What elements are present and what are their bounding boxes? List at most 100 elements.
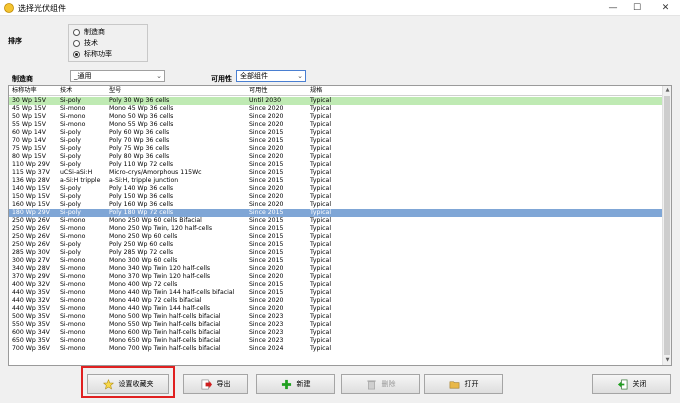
- cell-spec: Typical: [310, 169, 332, 176]
- table-row[interactable]: 440 Wp 35V Si-mono Mono 440 Wp Twin 144 ha…: [9, 305, 663, 313]
- cell-availability: Since 2015: [249, 281, 284, 288]
- cell-spec: Typical: [310, 193, 332, 200]
- cell-spec: Typical: [310, 145, 332, 152]
- module-table[interactable]: 标称功率 技术 型号 可用性 规格 30 Wp 15V Si-poly Poly 3…: [8, 85, 672, 366]
- close-button[interactable]: 关闭: [592, 374, 671, 394]
- cell-model: Mono 650 Wp Twin half-cells bifacial: [109, 337, 221, 344]
- table-row[interactable]: 30 Wp 15V Si-poly Poly 30 Wp 36 cells Until…: [9, 97, 663, 105]
- table-row[interactable]: 115 Wp 37V uCSi-aSi:H Micro-crys/Amorphous…: [9, 169, 663, 177]
- header-availability[interactable]: 可用性: [249, 87, 268, 95]
- table-row[interactable]: 600 Wp 34V Si-mono Mono 600 Wp Twin half-c…: [9, 329, 663, 337]
- table-row[interactable]: 340 Wp 28V Si-mono Mono 340 Wp Twin 120 ha…: [9, 265, 663, 273]
- table-row[interactable]: 80 Wp 15V Si-poly Poly 80 Wp 36 cells Since…: [9, 153, 663, 161]
- table-row[interactable]: 250 Wp 26V Si-poly Poly 250 Wp 60 cells Sin…: [9, 241, 663, 249]
- table-row[interactable]: 370 Wp 29V Si-mono Mono 370 Wp Twin 120 ha…: [9, 273, 663, 281]
- cell-spec: Typical: [310, 105, 332, 112]
- header-model[interactable]: 型号: [109, 87, 121, 95]
- close-window-button[interactable]: ✕: [651, 0, 680, 16]
- cell-availability: Since 2023: [249, 321, 284, 328]
- table-row[interactable]: 55 Wp 15V Si-mono Mono 55 Wp 36 cells Since…: [9, 121, 663, 129]
- header-technology[interactable]: 技术: [60, 87, 72, 95]
- manufacturer-value: _通用: [74, 72, 92, 80]
- table-row[interactable]: 550 Wp 35V Si-mono Mono 550 Wp Twin half-c…: [9, 321, 663, 329]
- table-row[interactable]: 70 Wp 14V Si-poly Poly 70 Wp 36 cells Since…: [9, 137, 663, 145]
- scrollbar-thumb[interactable]: [664, 96, 670, 355]
- delete-button[interactable]: 删除: [341, 374, 420, 394]
- cell-model: Poly 250 Wp 60 cells: [109, 241, 174, 248]
- cell-nominal-power: 250 Wp 26V: [12, 225, 50, 232]
- cell-technology: Si-poly: [60, 145, 81, 152]
- table-row[interactable]: 140 Wp 15V Si-poly Poly 140 Wp 36 cells Sin…: [9, 185, 663, 193]
- cell-availability: Until 2030: [249, 97, 282, 104]
- table-row[interactable]: 45 Wp 15V Si-mono Mono 45 Wp 36 cells Since…: [9, 105, 663, 113]
- header-nominal-power[interactable]: 标称功率: [12, 87, 37, 95]
- cell-model: Mono 55 Wp 36 cells: [109, 121, 174, 128]
- cell-spec: Typical: [310, 153, 332, 160]
- scroll-up-icon[interactable]: ▲: [663, 86, 671, 95]
- cell-model: Micro-crys/Amorphous 115Wc: [109, 169, 202, 176]
- cell-availability: Since 2015: [249, 233, 284, 240]
- table-row[interactable]: 160 Wp 15V Si-poly Poly 160 Wp 36 cells Sin…: [9, 201, 663, 209]
- cell-availability: Since 2020: [249, 193, 284, 200]
- cell-nominal-power: 370 Wp 29V: [12, 273, 50, 280]
- table-row[interactable]: 285 Wp 30V Si-poly Poly 285 Wp 72 cells Sin…: [9, 249, 663, 257]
- table-row[interactable]: 440 Wp 32V Si-mono Mono 440 Wp 72 cells bi…: [9, 297, 663, 305]
- table-header: 标称功率 技术 型号 可用性 规格: [9, 86, 663, 96]
- open-button[interactable]: 打开: [424, 374, 503, 394]
- open-label: 打开: [464, 380, 479, 388]
- cell-availability: Since 2020: [249, 153, 284, 160]
- cell-technology: Si-mono: [60, 321, 86, 328]
- cell-technology: Si-mono: [60, 265, 86, 272]
- table-row[interactable]: 136 Wp 28V a-Si:H tripple a-Si:H, tripple …: [9, 177, 663, 185]
- cell-spec: Typical: [310, 209, 332, 216]
- radio-manufacturer[interactable]: [73, 28, 80, 36]
- radio-nominal-power[interactable]: [73, 50, 80, 58]
- cell-model: Mono 440 Wp 72 cells bifacial: [109, 297, 202, 304]
- vertical-scrollbar[interactable]: ▲ ▼: [662, 86, 671, 365]
- cell-spec: Typical: [310, 185, 332, 192]
- cell-model: Poly 180 Wp 72 cells: [109, 209, 174, 216]
- cell-nominal-power: 650 Wp 35V: [12, 337, 50, 344]
- cell-spec: Typical: [310, 225, 332, 232]
- table-row[interactable]: 400 Wp 32V Si-mono Mono 400 Wp 72 cells Sin…: [9, 281, 663, 289]
- header-spec[interactable]: 规格: [310, 87, 322, 95]
- maximize-button[interactable]: ☐: [627, 0, 647, 16]
- availability-select[interactable]: 全部组件 ⌄: [236, 70, 306, 82]
- cell-availability: Since 2020: [249, 201, 284, 208]
- sort-option-manufacturer[interactable]: 制造商: [73, 27, 105, 37]
- table-row[interactable]: 60 Wp 14V Si-poly Poly 60 Wp 36 cells Since…: [9, 129, 663, 137]
- sort-option-technology[interactable]: 技术: [73, 38, 98, 48]
- table-row[interactable]: 650 Wp 35V Si-mono Mono 650 Wp Twin half-c…: [9, 337, 663, 345]
- cell-technology: Si-poly: [60, 161, 81, 168]
- cell-technology: Si-poly: [60, 185, 81, 192]
- table-row[interactable]: 150 Wp 15V Si-poly Poly 150 Wp 36 cells Sin…: [9, 193, 663, 201]
- cell-nominal-power: 600 Wp 34V: [12, 329, 50, 336]
- new-button[interactable]: 新建: [256, 374, 335, 394]
- cell-model: Mono 50 Wp 36 cells: [109, 113, 174, 120]
- manufacturer-select[interactable]: _通用 ⌄: [70, 70, 165, 82]
- table-row[interactable]: 250 Wp 26V Si-mono Mono 250 Wp 60 cells Bi…: [9, 217, 663, 225]
- table-row[interactable]: 50 Wp 15V Si-mono Mono 50 Wp 36 cells Since…: [9, 113, 663, 121]
- sort-option-nominal-power[interactable]: 标称功率: [73, 49, 112, 59]
- table-row[interactable]: 700 Wp 36V Si-mono Mono 700 Wp Twin half-c…: [9, 345, 663, 353]
- table-row[interactable]: 75 Wp 15V Si-poly Poly 75 Wp 36 cells Since…: [9, 145, 663, 153]
- radio-technology[interactable]: [73, 39, 80, 47]
- table-row[interactable]: 500 Wp 35V Si-mono Mono 500 Wp Twin half-c…: [9, 313, 663, 321]
- cell-nominal-power: 115 Wp 37V: [12, 169, 50, 176]
- minimize-button[interactable]: —: [603, 0, 623, 16]
- cell-technology: Si-mono: [60, 273, 86, 280]
- cell-availability: Since 2015: [249, 257, 284, 264]
- export-button[interactable]: 导出: [183, 374, 248, 394]
- cell-nominal-power: 75 Wp 15V: [12, 145, 46, 152]
- table-row[interactable]: 110 Wp 29V Si-poly Poly 110 Wp 72 cells Sin…: [9, 161, 663, 169]
- table-row[interactable]: 250 Wp 26V Si-mono Mono 250 Wp Twin, 120 h…: [9, 225, 663, 233]
- trash-icon: [366, 379, 376, 389]
- cell-nominal-power: 440 Wp 32V: [12, 297, 50, 304]
- table-row[interactable]: 250 Wp 26V Si-mono Mono 250 Wp 60 cells Sin…: [9, 233, 663, 241]
- table-row[interactable]: 300 Wp 27V Si-mono Mono 300 Wp 60 cells Sin…: [9, 257, 663, 265]
- cell-model: Mono 550 Wp Twin half-cells bifacial: [109, 321, 221, 328]
- table-row[interactable]: 180 Wp 29V Si-poly Poly 180 Wp 72 cells Sin…: [9, 209, 663, 217]
- scroll-down-icon[interactable]: ▼: [663, 356, 671, 365]
- export-label: 导出: [216, 380, 231, 388]
- table-row[interactable]: 440 Wp 35V Si-mono Mono 440 Wp Twin 144 ha…: [9, 289, 663, 297]
